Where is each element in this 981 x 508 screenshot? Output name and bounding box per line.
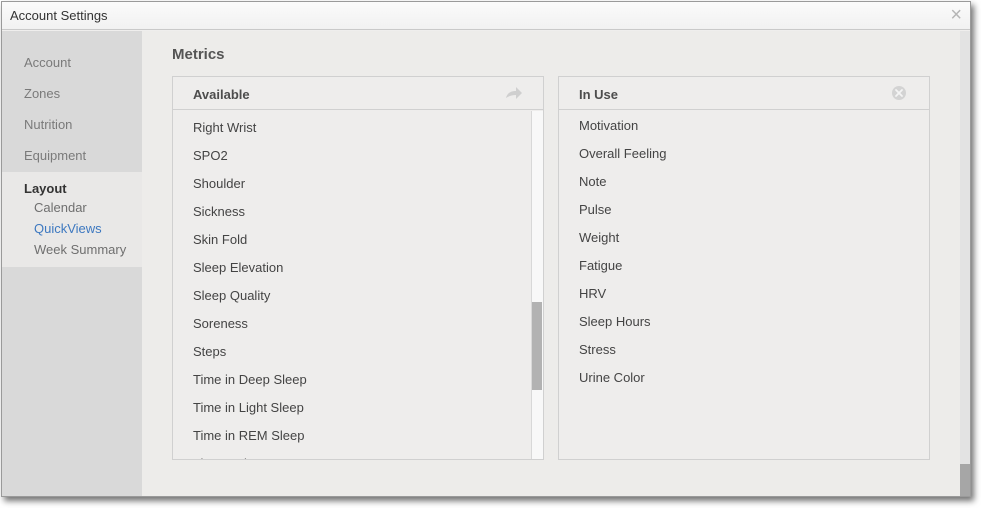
list-item[interactable]: Urine Color bbox=[579, 370, 645, 385]
list-item[interactable]: Sickness bbox=[193, 204, 245, 219]
in-use-panel-title: In Use bbox=[579, 87, 619, 102]
available-list-scroll-thumb[interactable] bbox=[532, 302, 542, 390]
list-item[interactable]: HRV bbox=[579, 286, 606, 301]
close-icon[interactable]: × bbox=[950, 5, 962, 25]
list-item[interactable]: Weight bbox=[579, 230, 619, 245]
settings-sidebar: Account Zones Nutrition Equipment Layout… bbox=[2, 31, 142, 496]
in-use-panel-header: In Use bbox=[559, 77, 929, 110]
sidebar-subitem-calendar[interactable]: Calendar bbox=[34, 200, 87, 215]
section-title-metrics: Metrics bbox=[172, 46, 225, 63]
list-item[interactable]: Time in Deep Sleep bbox=[193, 372, 307, 387]
list-item[interactable]: Sleep Hours bbox=[579, 314, 651, 329]
available-list-scrollbar[interactable] bbox=[531, 111, 543, 459]
list-item[interactable]: Time in Light Sleep bbox=[193, 400, 304, 415]
list-item[interactable]: Pulse bbox=[579, 202, 612, 217]
list-item[interactable]: Fatigue bbox=[579, 258, 622, 273]
sidebar-item-equipment[interactable]: Equipment bbox=[24, 148, 86, 163]
title-bar: Account Settings × bbox=[2, 2, 970, 30]
sidebar-group-layout: Layout Calendar QuickViews Week Summary bbox=[2, 172, 142, 267]
list-item[interactable]: Note bbox=[579, 174, 606, 189]
available-panel-title: Available bbox=[193, 87, 250, 102]
list-item[interactable]: Time in REM Sleep bbox=[193, 428, 305, 443]
list-item[interactable]: Motivation bbox=[579, 118, 638, 133]
window-scroll-thumb[interactable] bbox=[960, 464, 970, 496]
main-content: Metrics Available Right Wrist SPO2 Shoulde… bbox=[142, 31, 960, 496]
sidebar-subitem-week-summary[interactable]: Week Summary bbox=[34, 242, 126, 257]
sidebar-subitem-quickviews[interactable]: QuickViews bbox=[34, 221, 102, 236]
list-item[interactable]: Time Wake bbox=[193, 456, 258, 459]
available-metrics-panel: Available Right Wrist SPO2 Shoulder Sicknes… bbox=[172, 76, 544, 460]
available-metrics-list: Right Wrist SPO2 Shoulder Sickness Skin Fold… bbox=[173, 111, 531, 459]
list-item[interactable]: Shoulder bbox=[193, 176, 245, 191]
list-item[interactable]: Skin Fold bbox=[193, 232, 247, 247]
in-use-metrics-panel: In Use Motivation Overall Feeling Note Puls… bbox=[558, 76, 930, 460]
clear-circle-icon[interactable] bbox=[891, 85, 907, 101]
in-use-metrics-list: Motivation Overall Feeling Note Pulse Weight… bbox=[559, 111, 917, 459]
account-settings-window: Account Settings × Account Zones Nutriti… bbox=[1, 1, 971, 497]
list-item[interactable]: Stress bbox=[579, 342, 616, 357]
list-item[interactable]: Overall Feeling bbox=[579, 146, 666, 161]
sidebar-item-zones[interactable]: Zones bbox=[24, 86, 60, 101]
list-item[interactable]: Sleep Quality bbox=[193, 288, 270, 303]
sidebar-item-nutrition[interactable]: Nutrition bbox=[24, 117, 72, 132]
sidebar-item-layout[interactable]: Layout bbox=[24, 181, 67, 196]
sidebar-item-account[interactable]: Account bbox=[24, 55, 71, 70]
list-item[interactable]: SPO2 bbox=[193, 148, 228, 163]
list-item[interactable]: Soreness bbox=[193, 316, 248, 331]
list-item[interactable]: Right Wrist bbox=[193, 120, 256, 135]
list-item[interactable]: Sleep Elevation bbox=[193, 260, 283, 275]
available-panel-header: Available bbox=[173, 77, 543, 110]
window-scrollbar[interactable] bbox=[960, 31, 970, 496]
list-item[interactable]: Steps bbox=[193, 344, 226, 359]
window-title: Account Settings bbox=[10, 8, 108, 23]
forward-arrow-icon[interactable] bbox=[505, 85, 523, 101]
